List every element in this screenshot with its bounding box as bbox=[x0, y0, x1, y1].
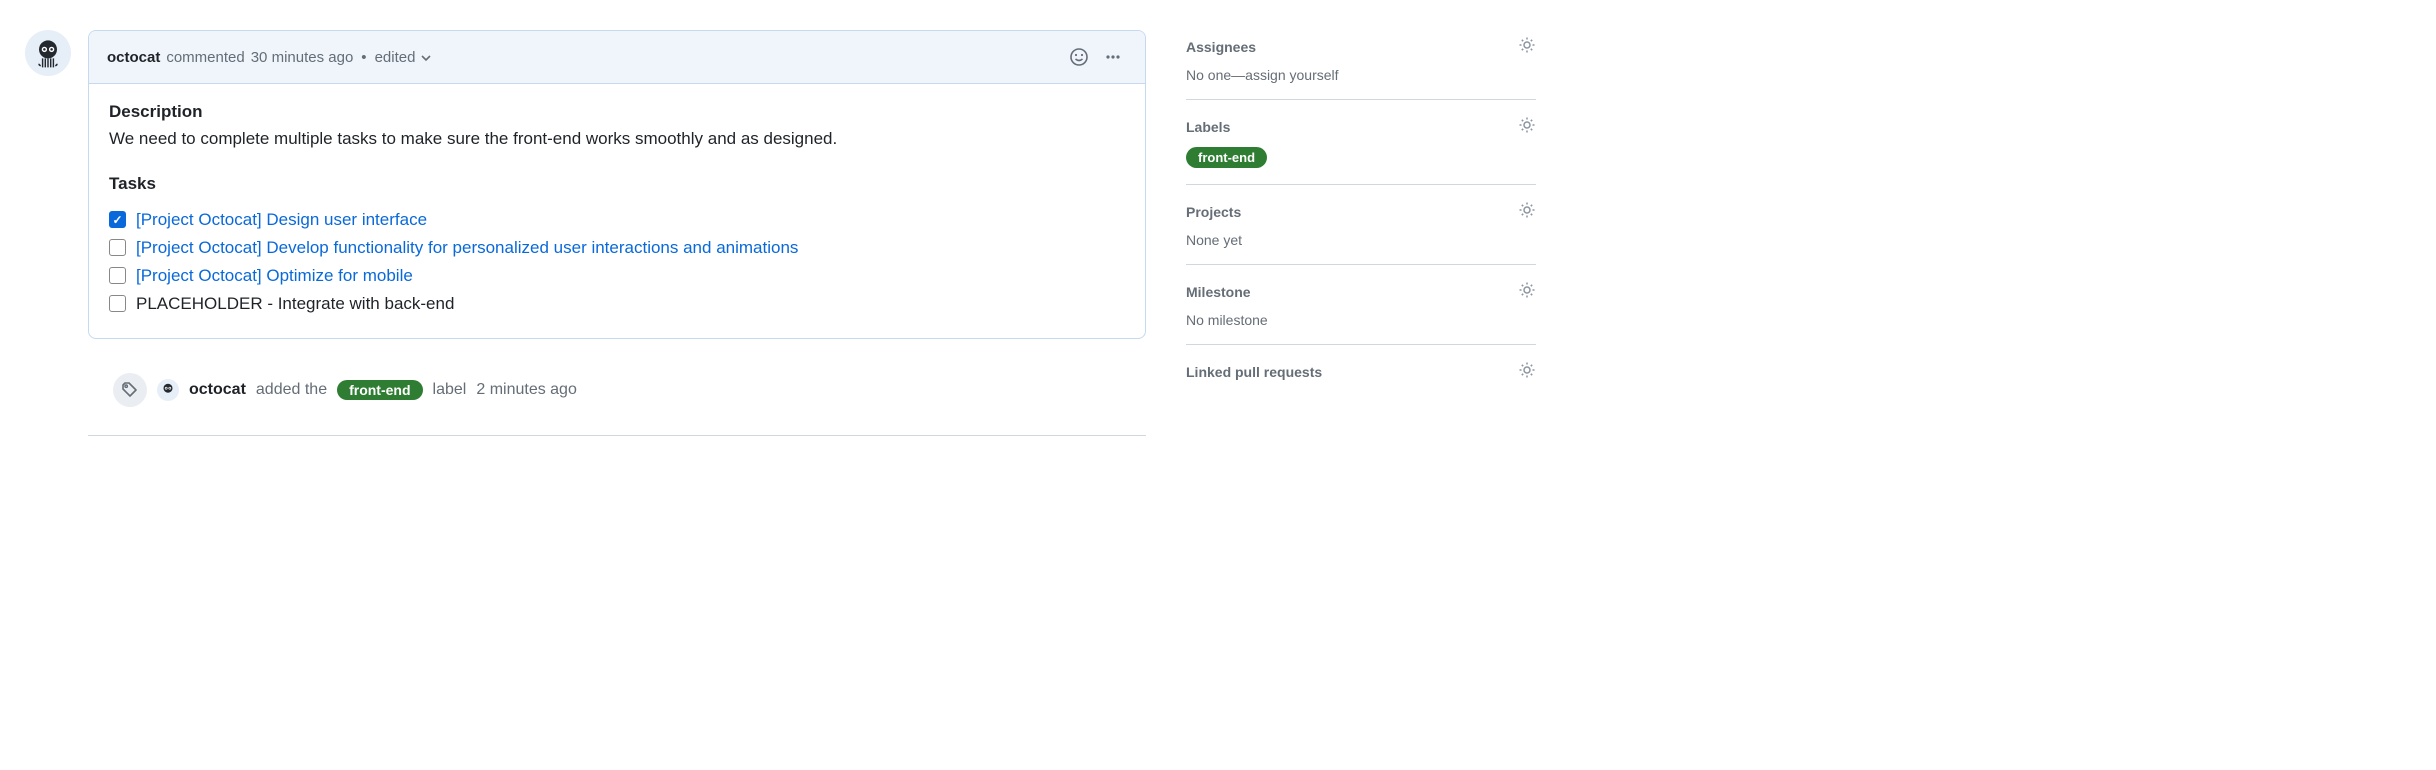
separator-dot: • bbox=[359, 49, 368, 66]
milestone-body: No milestone bbox=[1186, 312, 1536, 328]
comment-body: Description We need to complete multiple… bbox=[89, 84, 1145, 338]
projects-title: Projects bbox=[1186, 204, 1241, 220]
task-link[interactable]: [Project Octocat] Optimize for mobile bbox=[136, 266, 413, 286]
octocat-icon bbox=[30, 35, 66, 71]
linked-pr-settings[interactable] bbox=[1518, 361, 1536, 382]
assignees-empty: No one— bbox=[1186, 67, 1245, 83]
task-item: PLACEHOLDER - Integrate with back-end bbox=[109, 290, 1125, 318]
event-time[interactable]: 2 minutes ago bbox=[476, 381, 577, 399]
comment-verb: commented bbox=[166, 49, 244, 66]
gear-icon bbox=[1518, 361, 1536, 379]
assignees-section: Assignees No one—assign yourself bbox=[1186, 36, 1536, 100]
gear-icon bbox=[1518, 36, 1536, 54]
timeline-badge bbox=[113, 373, 147, 407]
divider bbox=[88, 435, 1146, 436]
event-label-pill[interactable]: front-end bbox=[337, 380, 422, 400]
event-verb: added the bbox=[256, 381, 327, 399]
task-checkbox[interactable] bbox=[109, 267, 126, 284]
milestone-settings[interactable] bbox=[1518, 281, 1536, 302]
assignees-settings[interactable] bbox=[1518, 36, 1536, 57]
sidebar: Assignees No one—assign yourself Labels … bbox=[1186, 30, 1536, 436]
milestone-section: Milestone No milestone bbox=[1186, 265, 1536, 345]
projects-section: Projects None yet bbox=[1186, 185, 1536, 265]
comment-actions-menu[interactable] bbox=[1099, 43, 1127, 71]
projects-settings[interactable] bbox=[1518, 201, 1536, 222]
event-author[interactable]: octocat bbox=[189, 381, 246, 399]
gear-icon bbox=[1518, 201, 1536, 219]
add-reaction-button[interactable] bbox=[1065, 43, 1093, 71]
task-checkbox[interactable] bbox=[109, 211, 126, 228]
task-checkbox[interactable] bbox=[109, 239, 126, 256]
comment-header: octocat commented 30 minutes ago • edite… bbox=[89, 31, 1145, 84]
projects-body: None yet bbox=[1186, 232, 1536, 248]
tag-icon bbox=[121, 381, 139, 399]
edited-indicator[interactable]: edited bbox=[375, 49, 416, 66]
kebab-icon bbox=[1103, 47, 1123, 67]
task-checkbox[interactable] bbox=[109, 295, 126, 312]
gear-icon bbox=[1518, 116, 1536, 134]
labels-title: Labels bbox=[1186, 119, 1230, 135]
smiley-icon bbox=[1069, 47, 1089, 67]
chevron-down-icon bbox=[421, 54, 431, 62]
task-link[interactable]: [Project Octocat] Develop functionality … bbox=[136, 238, 798, 258]
event-author-avatar[interactable] bbox=[157, 379, 179, 401]
author-avatar[interactable] bbox=[25, 30, 71, 76]
task-link[interactable]: [Project Octocat] Design user interface bbox=[136, 210, 427, 230]
assignees-body: No one—assign yourself bbox=[1186, 67, 1536, 83]
event-noun: label bbox=[433, 381, 467, 399]
description-heading: Description bbox=[109, 102, 1125, 122]
label-chip[interactable]: front-end bbox=[1186, 147, 1267, 168]
task-item: [Project Octocat] Design user interface bbox=[109, 206, 1125, 234]
comment-time[interactable]: 30 minutes ago bbox=[251, 49, 354, 66]
task-item: [Project Octocat] Develop functionality … bbox=[109, 234, 1125, 262]
octocat-icon bbox=[159, 381, 177, 399]
gear-icon bbox=[1518, 281, 1536, 299]
linked-pr-section: Linked pull requests bbox=[1186, 345, 1536, 408]
task-text: PLACEHOLDER - Integrate with back-end bbox=[136, 294, 454, 314]
task-list: [Project Octocat] Design user interface … bbox=[109, 206, 1125, 318]
comment-box: octocat commented 30 minutes ago • edite… bbox=[88, 30, 1146, 339]
assignees-title: Assignees bbox=[1186, 39, 1256, 55]
labels-settings[interactable] bbox=[1518, 116, 1536, 137]
task-item: [Project Octocat] Optimize for mobile bbox=[109, 262, 1125, 290]
comment-author[interactable]: octocat bbox=[107, 49, 160, 66]
milestone-title: Milestone bbox=[1186, 284, 1251, 300]
linked-pr-title: Linked pull requests bbox=[1186, 364, 1322, 380]
assign-yourself-link[interactable]: assign yourself bbox=[1245, 67, 1338, 83]
edited-history-dropdown[interactable] bbox=[421, 49, 431, 66]
description-text: We need to complete multiple tasks to ma… bbox=[109, 126, 1125, 152]
tasks-heading: Tasks bbox=[109, 174, 1125, 194]
labels-section: Labels front-end bbox=[1186, 100, 1536, 185]
timeline-event: octocat added the front-end label 2 minu… bbox=[113, 373, 1146, 407]
